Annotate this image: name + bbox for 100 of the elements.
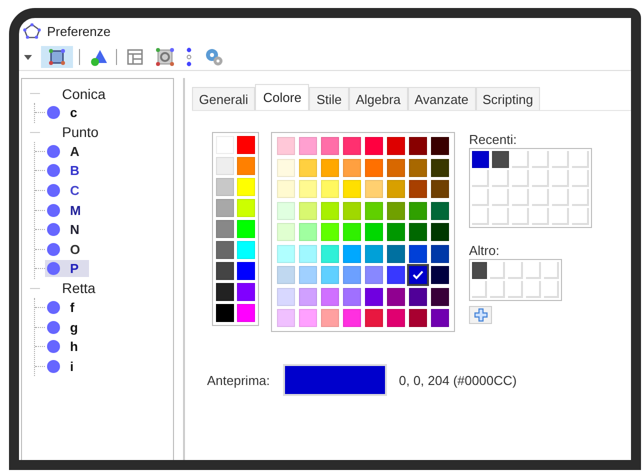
empty-swatch[interactable] [472,208,489,225]
color-swatch[interactable] [431,158,449,176]
color-swatch[interactable] [216,157,234,175]
empty-swatch[interactable] [532,189,549,206]
selected-color-swatch[interactable] [409,266,427,284]
color-swatch[interactable] [387,244,405,262]
tree-category[interactable]: Conica [62,86,106,102]
color-swatch[interactable] [365,266,383,284]
color-swatch[interactable] [387,202,405,220]
color-swatch[interactable] [365,158,383,176]
color-swatch[interactable] [237,178,255,196]
color-swatch[interactable] [409,223,427,241]
color-swatch[interactable] [343,288,361,306]
add-color-button[interactable] [469,306,492,324]
empty-swatch[interactable] [572,189,589,206]
empty-swatch[interactable] [490,262,505,279]
color-swatch[interactable] [321,244,339,262]
color-swatch[interactable] [472,151,489,168]
color-swatch[interactable] [237,283,255,301]
color-swatch[interactable] [321,223,339,241]
tab[interactable]: Generali [192,87,256,110]
color-swatch[interactable] [365,288,383,306]
color-swatch[interactable] [216,304,234,322]
color-swatch[interactable] [431,266,449,284]
color-swatch[interactable] [409,180,427,198]
color-swatch[interactable] [321,202,339,220]
color-swatch[interactable] [277,158,295,176]
color-swatch[interactable] [237,304,255,322]
color-swatch[interactable] [321,137,339,155]
color-swatch[interactable] [216,283,234,301]
empty-swatch[interactable] [508,281,523,298]
empty-swatch[interactable] [572,151,589,168]
color-swatch[interactable] [387,266,405,284]
color-swatch[interactable] [472,262,487,279]
empty-swatch[interactable] [490,281,505,298]
empty-swatch[interactable] [552,208,569,225]
color-swatch[interactable] [299,244,317,262]
empty-swatch[interactable] [492,208,509,225]
color-swatch[interactable] [216,241,234,259]
tree-item[interactable]: c [45,104,88,122]
color-swatch[interactable] [277,180,295,198]
color-swatch[interactable] [237,136,255,154]
color-swatch[interactable] [277,244,295,262]
tree-item[interactable]: M [45,202,91,219]
tab[interactable]: Scripting [476,87,540,110]
tree-item[interactable]: B [45,162,90,180]
tab[interactable]: Colore [255,84,310,110]
color-swatch[interactable] [431,137,449,155]
empty-swatch[interactable] [492,189,509,206]
color-swatch[interactable] [409,202,427,220]
color-swatch[interactable] [431,223,449,241]
color-swatch[interactable] [409,288,427,306]
empty-swatch[interactable] [572,208,589,225]
empty-swatch[interactable] [508,262,523,279]
color-swatch[interactable] [321,288,339,306]
color-swatch[interactable] [387,180,405,198]
color-swatch[interactable] [216,262,234,280]
tree-item[interactable]: g [45,318,88,336]
color-swatch[interactable] [237,157,255,175]
color-swatch[interactable] [216,178,234,196]
color-swatch[interactable] [277,266,295,284]
color-swatch[interactable] [492,151,509,168]
color-swatch[interactable] [299,137,317,155]
color-swatch[interactable] [387,158,405,176]
empty-swatch[interactable] [512,151,529,168]
color-swatch[interactable] [299,180,317,198]
tree-item[interactable]: i [45,358,84,375]
tree-item[interactable]: A [45,142,90,160]
color-swatch[interactable] [237,262,255,280]
empty-swatch[interactable] [512,189,529,206]
color-swatch[interactable] [387,309,405,327]
color-swatch[interactable] [343,158,361,176]
color-swatch[interactable] [277,309,295,327]
color-swatch[interactable] [343,244,361,262]
empty-swatch[interactable] [544,262,559,279]
tree-category[interactable]: Retta [62,280,96,296]
color-swatch[interactable] [237,220,255,238]
color-swatch[interactable] [409,137,427,155]
color-swatch[interactable] [365,309,383,327]
color-swatch[interactable] [431,309,449,327]
color-swatch[interactable] [277,137,295,155]
color-swatch[interactable] [409,309,427,327]
color-swatch[interactable] [277,223,295,241]
color-swatch[interactable] [299,158,317,176]
color-swatch[interactable] [343,202,361,220]
color-swatch[interactable] [299,309,317,327]
color-swatch[interactable] [409,244,427,262]
empty-swatch[interactable] [512,170,529,187]
color-swatch[interactable] [387,223,405,241]
color-swatch[interactable] [277,202,295,220]
empty-swatch[interactable] [492,170,509,187]
empty-swatch[interactable] [512,208,529,225]
color-swatch[interactable] [216,199,234,217]
empty-swatch[interactable] [532,170,549,187]
empty-swatch[interactable] [552,151,569,168]
tab[interactable]: Algebra [348,87,408,110]
empty-swatch[interactable] [472,189,489,206]
tree-item[interactable]: N [45,221,90,238]
color-swatch[interactable] [237,199,255,217]
color-swatch[interactable] [431,202,449,220]
